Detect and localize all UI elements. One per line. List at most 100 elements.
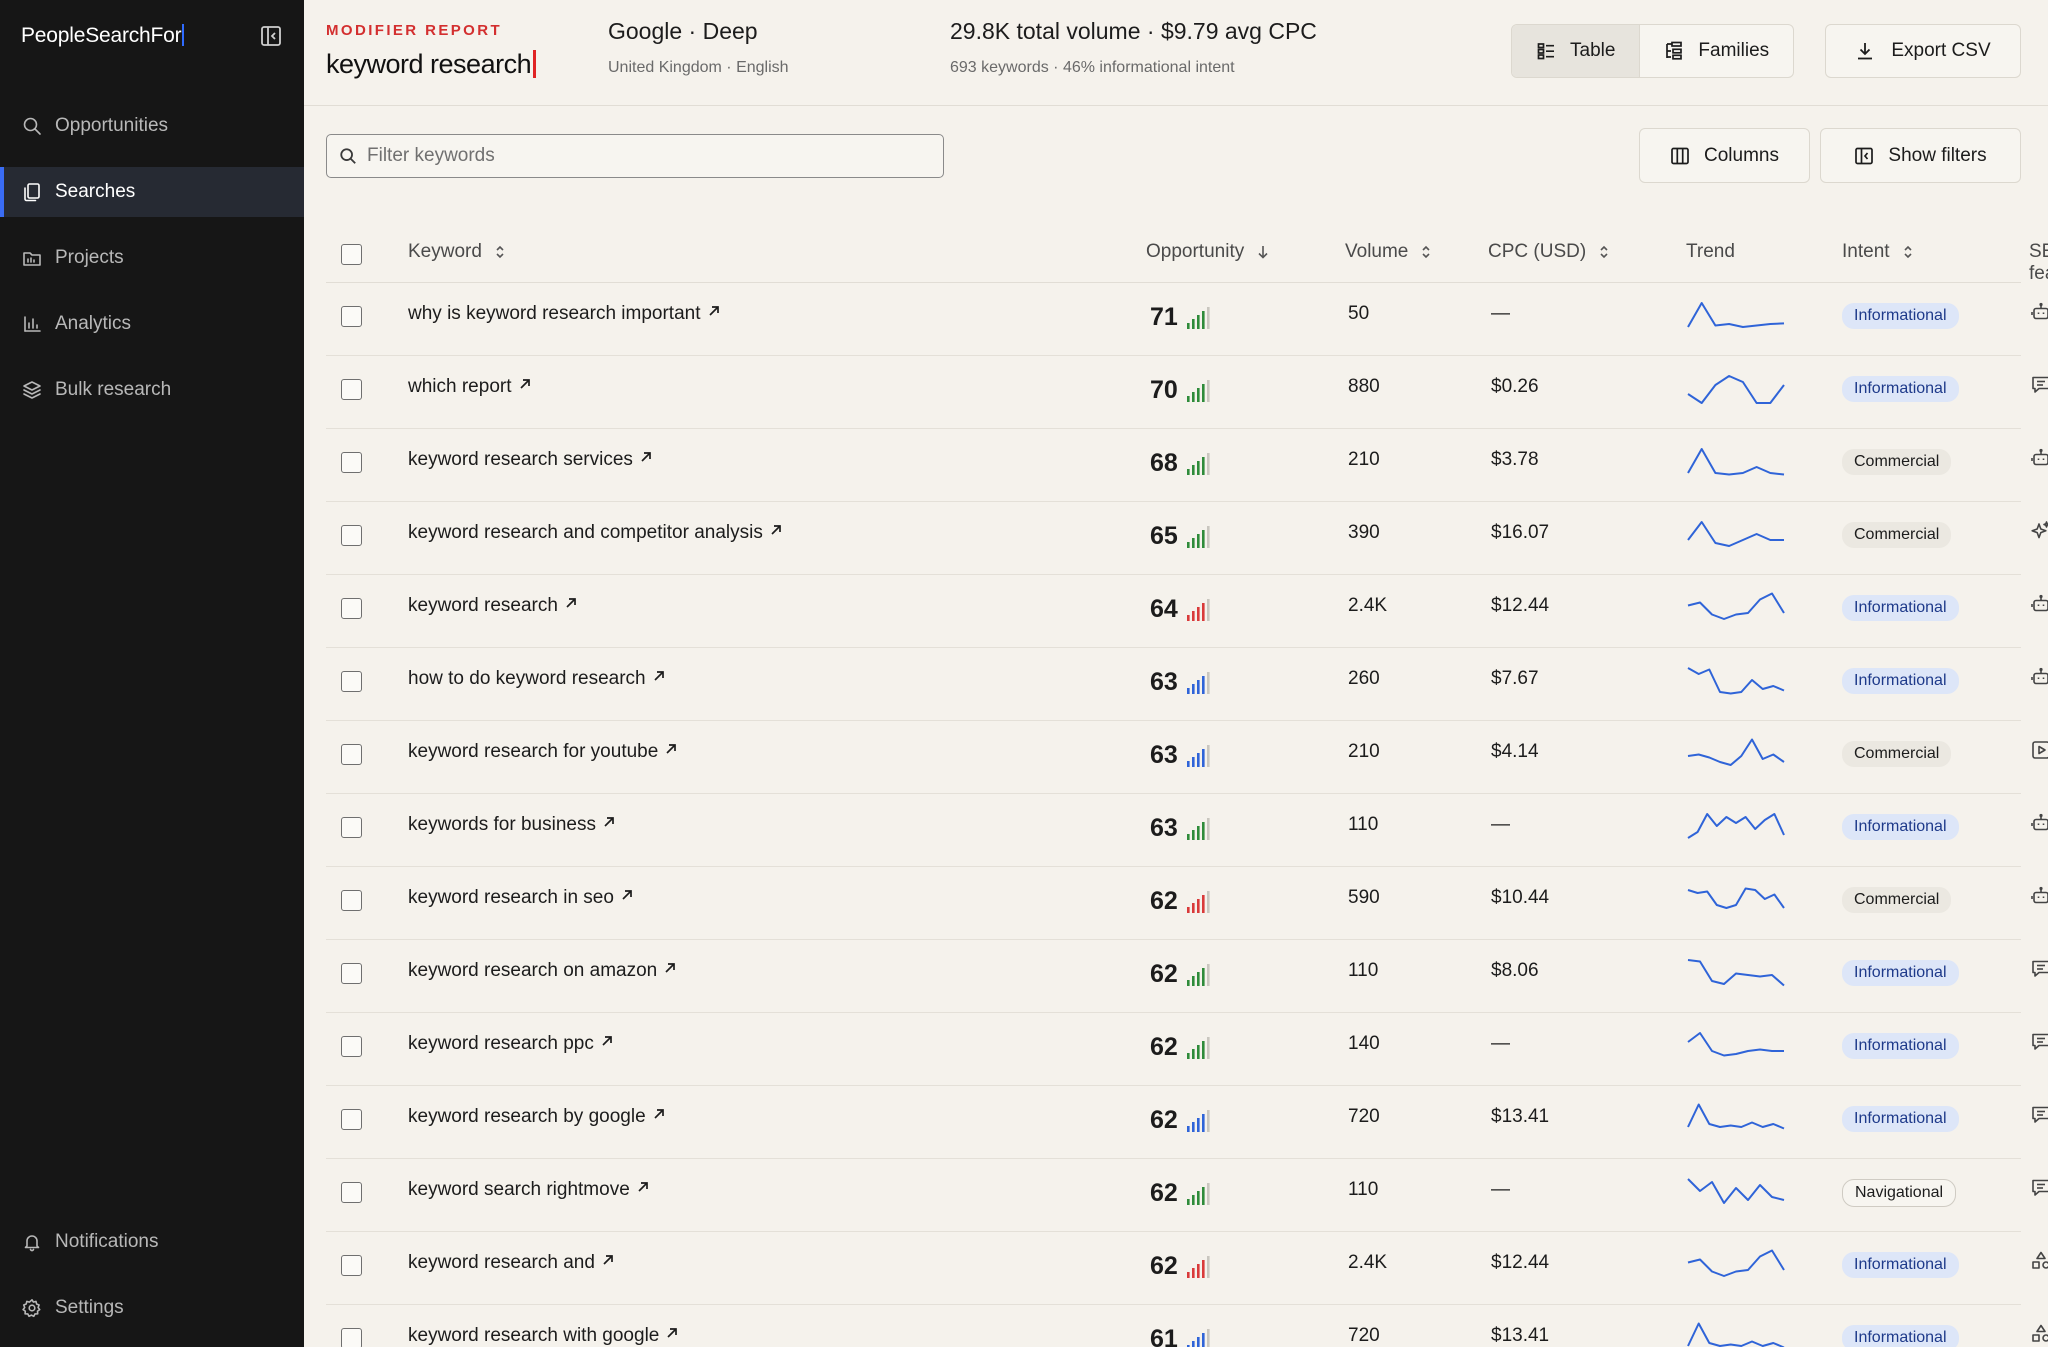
- keyword-text[interactable]: keyword research and competitor analysis: [408, 522, 763, 544]
- keyword-text[interactable]: keyword research for youtube: [408, 741, 658, 763]
- external-link-icon[interactable]: [603, 816, 615, 828]
- keyword-cell[interactable]: keyword research by google: [408, 1106, 665, 1128]
- row-checkbox[interactable]: [341, 744, 362, 765]
- external-link-icon[interactable]: [621, 889, 633, 901]
- filter-keywords-input[interactable]: [367, 145, 927, 167]
- keyword-cell[interactable]: keyword research and competitor analysis: [408, 522, 782, 544]
- external-link-icon[interactable]: [665, 743, 677, 755]
- keyword-text[interactable]: keyword research on amazon: [408, 960, 657, 982]
- keyword-cell[interactable]: keyword search rightmove: [408, 1179, 649, 1201]
- brand-logo[interactable]: PeopleSearchFor: [21, 24, 185, 48]
- keyword-cell[interactable]: keyword research with google: [408, 1325, 678, 1347]
- column-keyword[interactable]: Keyword: [408, 241, 506, 263]
- row-checkbox[interactable]: [341, 890, 362, 911]
- keyword-text[interactable]: keyword search rightmove: [408, 1179, 630, 1201]
- families-view-button[interactable]: Families: [1639, 25, 1793, 77]
- table-row[interactable]: keyword research for youtube 63 210 $4.14 Co…: [326, 721, 2048, 794]
- sidebar-item-projects[interactable]: Projects: [0, 233, 304, 283]
- keyword-text[interactable]: which report: [408, 376, 512, 398]
- table-row[interactable]: keyword research and competitor analysis…: [326, 502, 2048, 575]
- row-checkbox[interactable]: [341, 1036, 362, 1057]
- table-row[interactable]: why is keyword research important 71 50 — In…: [326, 283, 2048, 356]
- table-row[interactable]: keyword search rightmove 62 110 — Navigation…: [326, 1159, 2048, 1232]
- row-checkbox[interactable]: [341, 452, 362, 473]
- row-checkbox[interactable]: [341, 1255, 362, 1276]
- table-row[interactable]: keyword research services 68 210 $3.78 Comme…: [326, 429, 2048, 502]
- keyword-text[interactable]: keyword research with google: [408, 1325, 659, 1347]
- external-link-icon[interactable]: [664, 962, 676, 974]
- row-checkbox[interactable]: [341, 817, 362, 838]
- sidebar-item-analytics[interactable]: Analytics: [0, 299, 304, 349]
- table-row[interactable]: keyword research by google 62 720 $13.41 Inf…: [326, 1086, 2048, 1159]
- keyword-cell[interactable]: how to do keyword research: [408, 668, 665, 690]
- table-view-button[interactable]: Table: [1512, 25, 1640, 77]
- row-checkbox[interactable]: [341, 598, 362, 619]
- row-checkbox[interactable]: [341, 306, 362, 327]
- table-row[interactable]: keyword research ppc 62 140 — Informational +…: [326, 1013, 2048, 1086]
- table-row[interactable]: keyword research 64 2.4K $12.44 Informationa…: [326, 575, 2048, 648]
- external-link-icon[interactable]: [653, 1108, 665, 1120]
- keyword-cell[interactable]: keyword research ppc: [408, 1033, 613, 1055]
- serp-features-cell: +1: [2030, 1031, 2048, 1053]
- external-link-icon[interactable]: [565, 597, 577, 609]
- keyword-text[interactable]: keyword research services: [408, 449, 633, 471]
- keyword-cell[interactable]: keyword research on amazon: [408, 960, 676, 982]
- external-link-icon[interactable]: [601, 1035, 613, 1047]
- keyword-cell[interactable]: keywords for business: [408, 814, 615, 836]
- keyword-cell[interactable]: keyword research and: [408, 1252, 614, 1274]
- table-row[interactable]: how to do keyword research 63 260 $7.67 Info…: [326, 648, 2048, 721]
- column-volume[interactable]: Volume: [1345, 241, 1432, 263]
- column-opportunity[interactable]: Opportunity: [1146, 241, 1270, 263]
- sidebar-item-bulk-research[interactable]: Bulk research: [0, 365, 304, 415]
- external-link-icon[interactable]: [602, 1254, 614, 1266]
- table-row[interactable]: keyword research in seo 62 590 $10.44 Commer…: [326, 867, 2048, 940]
- columns-button[interactable]: Columns: [1639, 128, 1810, 183]
- filter-keywords-field[interactable]: [326, 134, 944, 178]
- row-checkbox[interactable]: [341, 525, 362, 546]
- keyword-text[interactable]: keywords for business: [408, 814, 596, 836]
- keyword-cell[interactable]: which report: [408, 376, 531, 398]
- external-link-icon[interactable]: [637, 1181, 649, 1193]
- row-checkbox[interactable]: [341, 671, 362, 692]
- external-link-icon[interactable]: [708, 305, 720, 317]
- keyword-text[interactable]: keyword research: [408, 595, 558, 617]
- keyword-cell[interactable]: keyword research for youtube: [408, 741, 677, 763]
- table-row[interactable]: keyword research and 62 2.4K $12.44 Informat…: [326, 1232, 2048, 1305]
- external-link-icon[interactable]: [640, 451, 652, 463]
- collapse-sidebar-icon[interactable]: [259, 24, 283, 48]
- external-link-icon[interactable]: [666, 1327, 678, 1339]
- sidebar-item-settings[interactable]: Settings: [0, 1283, 304, 1333]
- row-checkbox[interactable]: [341, 963, 362, 984]
- table-row[interactable]: keyword research on amazon 62 110 $8.06 Info…: [326, 940, 2048, 1013]
- sidebar: PeopleSearchFor Opportunities Searches Pro…: [0, 0, 304, 1347]
- keyword-text[interactable]: keyword research and: [408, 1252, 595, 1274]
- external-link-icon[interactable]: [770, 524, 782, 536]
- column-intent[interactable]: Intent: [1842, 241, 1914, 263]
- keyword-text[interactable]: keyword research ppc: [408, 1033, 594, 1055]
- keyword-cell[interactable]: keyword research in seo: [408, 887, 633, 909]
- table-row[interactable]: keywords for business 63 110 — Informational…: [326, 794, 2048, 867]
- keyword-cell[interactable]: why is keyword research important: [408, 303, 720, 325]
- keyword-cell[interactable]: keyword research: [408, 595, 577, 617]
- keyword-text[interactable]: why is keyword research important: [408, 303, 701, 325]
- sidebar-item-opportunities[interactable]: Opportunities: [0, 101, 304, 151]
- column-cpc[interactable]: CPC (USD): [1488, 241, 1610, 263]
- table-row[interactable]: which report 70 880 $0.26 Informational: [326, 356, 2048, 429]
- keyword-cell[interactable]: keyword research services: [408, 449, 652, 471]
- row-checkbox[interactable]: [341, 1109, 362, 1130]
- keyword-text[interactable]: how to do keyword research: [408, 668, 646, 690]
- show-filters-button[interactable]: Show filters: [1820, 128, 2021, 183]
- keyword-text[interactable]: keyword research by google: [408, 1106, 646, 1128]
- external-link-icon[interactable]: [653, 670, 665, 682]
- row-checkbox[interactable]: [341, 1182, 362, 1203]
- sidebar-item-searches[interactable]: Searches: [0, 167, 304, 217]
- sidebar-item-notifications[interactable]: Notifications: [0, 1217, 304, 1267]
- row-checkbox[interactable]: [341, 1328, 362, 1347]
- table-row[interactable]: keyword research with google 61 720 $13.41 I…: [326, 1305, 2048, 1347]
- external-link-icon[interactable]: [519, 378, 531, 390]
- export-csv-button[interactable]: Export CSV: [1825, 24, 2021, 78]
- keyword-text[interactable]: keyword research in seo: [408, 887, 614, 909]
- intent-badge: Informational: [1842, 960, 1959, 986]
- select-all-checkbox[interactable]: [341, 244, 362, 265]
- row-checkbox[interactable]: [341, 379, 362, 400]
